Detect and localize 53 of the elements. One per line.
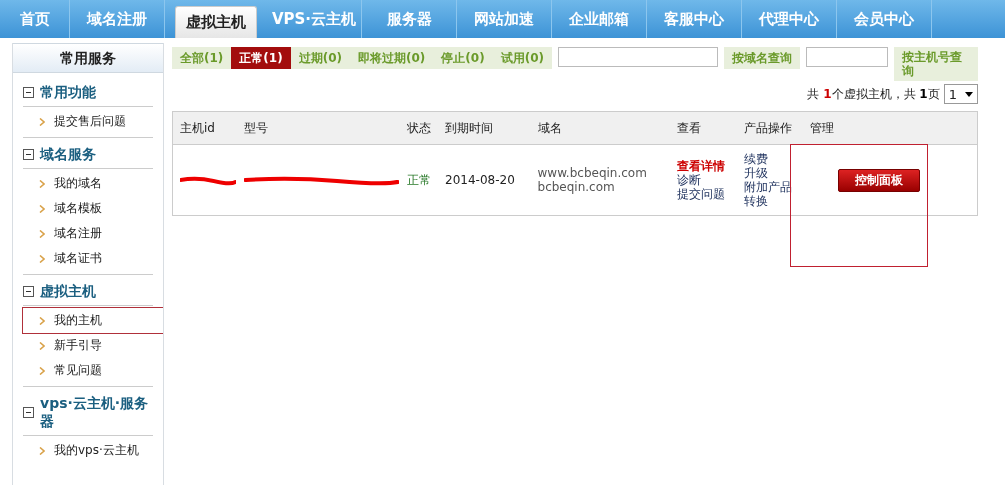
sidebar-title: 常用服务 [13, 43, 164, 73]
sidebar-item[interactable]: 域名证书 [23, 246, 164, 271]
group-title: 域名服务 [40, 145, 96, 163]
column-header: 状态 [400, 111, 439, 145]
chevron-icon [39, 446, 45, 455]
sidebar-item[interactable]: 提交售后问题 [23, 109, 164, 134]
filter-tab[interactable]: 正常(1) [231, 47, 291, 69]
pagination-summary: 共 1个虚拟主机，共 1页 [807, 85, 940, 103]
action-link[interactable]: 升级 [743, 166, 803, 180]
control-panel-button[interactable]: 控制面板 [838, 168, 921, 192]
column-header: 型号 [237, 111, 401, 145]
chevron-icon [39, 229, 45, 238]
chevron-icon [39, 204, 45, 213]
caret-icon [965, 91, 973, 97]
collapse-icon[interactable] [23, 86, 34, 98]
sidebar-item[interactable]: 我的域名 [23, 171, 164, 196]
sidebar-item[interactable]: 新手引导 [23, 333, 164, 358]
domain-link[interactable]: bcbeqin.com [537, 180, 670, 194]
column-header: 到期时间 [438, 111, 531, 145]
group-title: 虚拟主机 [40, 282, 96, 300]
collapse-icon[interactable] [23, 285, 34, 297]
host-search-field[interactable] [806, 47, 888, 67]
sidebar-item[interactable]: 我的主机 [23, 308, 163, 333]
chevron-icon [39, 254, 45, 263]
sidebar-item[interactable]: 域名注册 [23, 221, 164, 246]
sidebar-item[interactable]: 域名模板 [23, 196, 164, 221]
collapse-icon[interactable] [23, 406, 34, 418]
table-cell: 2014-08-20 [438, 144, 531, 216]
chevron-icon [39, 117, 45, 126]
chevron-icon [39, 179, 45, 188]
page-dropdown[interactable]: 1 [943, 84, 978, 104]
sidebar-item[interactable]: 常见问题 [23, 358, 164, 383]
action-link[interactable]: 提交问题 [677, 187, 736, 201]
chevron-icon [39, 366, 45, 375]
group-title: vps·云主机·服务器 [40, 394, 150, 430]
column-header: 查看 [670, 111, 737, 145]
status-text: 正常 [400, 144, 439, 216]
column-header: 域名 [530, 111, 671, 145]
group-title: 常用功能 [40, 83, 96, 101]
chevron-icon [39, 316, 45, 325]
nav-tab[interactable]: 虚拟主机 [175, 6, 257, 38]
domain-link[interactable]: www.bcbeqin.com [537, 166, 670, 180]
column-header: 管理 [803, 111, 978, 145]
column-header: 产品操作 [736, 111, 804, 145]
action-link[interactable]: 查看详情 [677, 159, 736, 173]
collapse-icon[interactable] [23, 148, 34, 160]
chevron-icon [39, 341, 45, 350]
domain-search-field[interactable] [558, 47, 718, 67]
action-link[interactable]: 诊断 [677, 173, 736, 187]
sidebar-item[interactable]: 我的vps·云主机 [23, 438, 164, 463]
column-header: 主机id [172, 111, 238, 145]
action-link[interactable]: 续费 [743, 152, 803, 166]
action-link[interactable]: 转换 [743, 194, 803, 208]
